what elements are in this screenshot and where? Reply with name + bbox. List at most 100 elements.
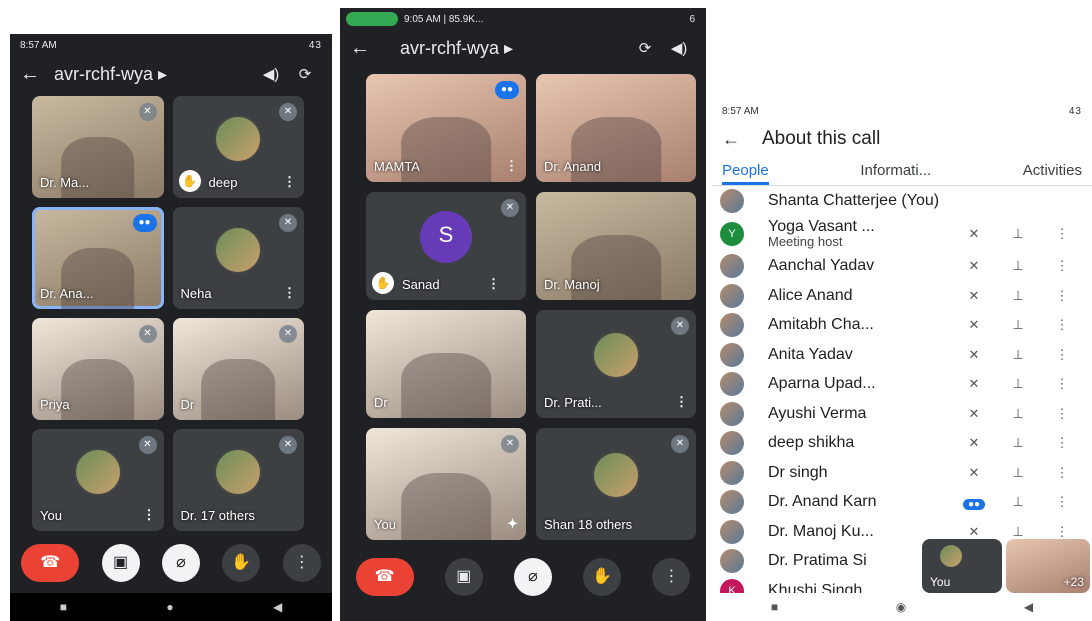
more-options-icon[interactable]: ⋮	[1040, 288, 1084, 304]
more-options-icon[interactable]: ⋮	[1040, 494, 1084, 510]
pin-icon[interactable]: ⊥	[996, 258, 1040, 274]
list-item[interactable]: Y Yoga Vasant ... Meeting host ✕ ⊥ ⋮	[712, 216, 1092, 252]
back-icon[interactable]: ◀	[273, 600, 282, 614]
more-options-icon[interactable]: ✦	[507, 516, 518, 532]
home-icon[interactable]: ●	[166, 600, 173, 614]
participant-tile[interactable]: ●● MAMTA ⋮	[366, 74, 526, 182]
raise-hand-button[interactable]: ✋	[222, 544, 261, 582]
flip-camera-icon[interactable]: ⟳	[288, 65, 322, 83]
back-arrow-icon[interactable]: ←	[722, 129, 762, 150]
mic-toggle-button[interactable]: ⌀	[513, 558, 552, 596]
meeting-code[interactable]: avr-rchf-wya ▸	[54, 64, 254, 85]
avatar	[720, 431, 744, 456]
pin-icon[interactable]: ⊥	[996, 226, 1040, 242]
more-options-icon[interactable]: ⋮	[1040, 347, 1084, 363]
flip-camera-icon[interactable]: ⟳	[628, 39, 662, 57]
list-item[interactable]: Dr. Anand Karn ●● ⊥ ⋮	[712, 488, 1092, 518]
more-options-icon[interactable]: ⋮	[1040, 226, 1084, 242]
more-options-icon[interactable]: ⋮	[283, 174, 296, 190]
person-name: Aanchal Yadav	[768, 257, 875, 275]
list-item[interactable]: Shanta Chatterjee (You)	[712, 186, 1092, 216]
speaker-icon[interactable]: ◀)	[254, 65, 288, 83]
participant-tile[interactable]: Dr. Anand	[536, 74, 696, 182]
participant-tile[interactable]: ✕ You ✦	[366, 428, 526, 540]
more-options-icon[interactable]: ⋮	[1040, 524, 1084, 540]
participant-tile[interactable]: ✕ Shan 18 others	[536, 428, 696, 540]
list-item[interactable]: Dr singh ✕ ⊥ ⋮	[712, 458, 1092, 488]
more-options-icon[interactable]: ⋮	[143, 507, 156, 523]
list-item[interactable]: Alice Anand ✕ ⊥ ⋮	[712, 281, 1092, 311]
meeting-code[interactable]: avr-rchf-wya ▸	[384, 38, 628, 59]
more-options-icon[interactable]: ⋮	[1040, 406, 1084, 422]
mic-off-icon: ✕	[968, 225, 980, 241]
more-options-icon[interactable]: ⋮	[1040, 465, 1084, 481]
participant-tile[interactable]: Dr. Manoj	[536, 192, 696, 300]
more-options-icon[interactable]: ⋮	[1040, 258, 1084, 274]
pin-icon[interactable]: ⊥	[996, 288, 1040, 304]
participant-tile[interactable]: ●● Dr. Ana...	[32, 207, 164, 309]
person-name: Alice Anand	[768, 286, 853, 304]
list-item[interactable]: Ayushi Verma ✕ ⊥ ⋮	[712, 399, 1092, 429]
home-icon[interactable]: ◉	[896, 600, 906, 614]
camera-toggle-button[interactable]: ▣	[101, 544, 140, 582]
more-options-icon[interactable]: ⋮	[487, 276, 500, 292]
participant-tile[interactable]: Dr	[366, 310, 526, 418]
pin-icon[interactable]: ⊥	[996, 317, 1040, 333]
participant-tile[interactable]: ✕ ✋ deep ⋮	[172, 96, 304, 198]
back-icon[interactable]: ◀	[1024, 600, 1033, 614]
participant-tile[interactable]: ✕ You ⋮	[32, 429, 164, 531]
raise-hand-button[interactable]: ✋	[583, 558, 622, 596]
end-call-button[interactable]: ☎	[355, 558, 414, 596]
meeting-topbar: ← avr-rchf-wya ▸ ⟳ ◀)	[340, 30, 706, 66]
mic-toggle-button[interactable]: ⌀	[161, 544, 200, 582]
tab-information[interactable]: Informati...	[860, 156, 931, 185]
more-options-icon[interactable]: ⋮	[1040, 317, 1084, 333]
participant-name: Sanad	[402, 277, 440, 292]
more-options-button[interactable]: ⋮	[652, 558, 691, 596]
participant-tile[interactable]: ✕ Dr. Ma...	[32, 96, 164, 198]
more-options-icon[interactable]: ⋮	[1040, 376, 1084, 392]
list-item[interactable]: Aparna Upad... ✕ ⊥ ⋮	[712, 370, 1092, 400]
pin-icon[interactable]: ⊥	[996, 347, 1040, 363]
mic-off-icon: ✕	[968, 317, 980, 333]
mic-off-icon: ✕	[501, 199, 519, 217]
pin-icon[interactable]: ⊥	[996, 376, 1040, 392]
more-options-icon[interactable]: ⋮	[1040, 435, 1084, 451]
list-item[interactable]: Anita Yadav ✕ ⊥ ⋮	[712, 340, 1092, 370]
android-nav-bar: ■ ● ◀	[10, 593, 332, 621]
more-options-button[interactable]: ⋮	[282, 544, 321, 582]
list-item[interactable]: deep shikha ✕ ⊥ ⋮	[712, 429, 1092, 459]
list-item[interactable]: Amitabh Cha... ✕ ⊥ ⋮	[712, 311, 1092, 341]
tab-activities[interactable]: Activities	[1023, 156, 1082, 185]
more-options-icon[interactable]: ⋮	[675, 394, 688, 410]
pin-icon[interactable]: ⊥	[996, 465, 1040, 481]
back-arrow-icon[interactable]: ←	[20, 63, 54, 86]
pin-icon[interactable]: ⊥	[996, 435, 1040, 451]
meeting-topbar: ← avr-rchf-wya ▸ ◀) ⟳	[10, 56, 332, 92]
recents-icon[interactable]: ■	[60, 600, 67, 614]
self-view-pip[interactable]: You	[922, 539, 1002, 593]
more-options-icon[interactable]: ⋮	[283, 285, 296, 301]
mic-off-icon: ✕	[279, 103, 297, 121]
back-arrow-icon[interactable]: ←	[350, 37, 384, 60]
others-pip[interactable]: +23	[1006, 539, 1090, 593]
mic-off-icon: ✕	[968, 405, 980, 421]
pin-icon[interactable]: ⊥	[996, 524, 1040, 540]
recents-icon[interactable]: ■	[771, 600, 778, 614]
participant-tile[interactable]: ✕ Priya	[32, 318, 164, 420]
speaker-icon[interactable]: ◀)	[662, 39, 696, 57]
more-options-icon[interactable]: ⋮	[505, 158, 518, 174]
tab-people[interactable]: People	[722, 156, 769, 185]
participant-tile[interactable]: ✕ Dr. 17 others	[172, 429, 304, 531]
list-item[interactable]: Aanchal Yadav ✕ ⊥ ⋮	[712, 252, 1092, 282]
participant-tile[interactable]: ✕ Neha ⋮	[172, 207, 304, 309]
participant-tile[interactable]: ✕ Dr	[172, 318, 304, 420]
participant-video	[401, 472, 491, 540]
person-name: Dr singh	[768, 463, 828, 481]
camera-toggle-button[interactable]: ▣	[444, 558, 483, 596]
participant-tile[interactable]: ✕ Dr. Prati... ⋮	[536, 310, 696, 418]
pin-icon[interactable]: ⊥	[996, 406, 1040, 422]
pin-icon[interactable]: ⊥	[996, 494, 1040, 510]
end-call-button[interactable]: ☎	[21, 544, 80, 582]
participant-tile[interactable]: S ✕ ✋ Sanad ⋮	[366, 192, 526, 300]
